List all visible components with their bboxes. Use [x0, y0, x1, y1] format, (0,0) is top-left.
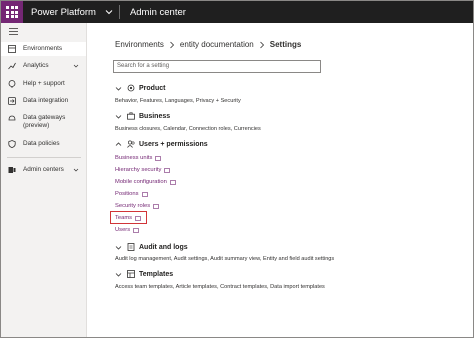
chevron-down-icon: [115, 114, 122, 119]
external-link-icon: [141, 191, 148, 197]
chevron-down-icon: [115, 245, 122, 250]
group-header-audit-logs[interactable]: Audit and logs: [115, 243, 188, 251]
group-title: Users + permissions: [139, 140, 208, 148]
chevron-up-icon: [115, 141, 122, 146]
external-link-icon: [155, 155, 162, 161]
external-link-icon: [170, 179, 176, 185]
search-input[interactable]: Search for a setting: [113, 60, 321, 73]
group-header-product[interactable]: Product: [115, 84, 165, 92]
sidebar-item-label: Environments: [23, 45, 63, 52]
main-content: Environments entity documentation Settin…: [88, 23, 473, 337]
link-business-units[interactable]: Business units: [115, 155, 162, 161]
sidebar-item-data-gateways[interactable]: Data gateways (preview): [1, 114, 86, 130]
group-description: Business closures, Calendar, Connection …: [115, 126, 261, 132]
environments-icon: [8, 45, 16, 53]
group-description: Behavior, Features, Languages, Privacy +…: [115, 98, 241, 104]
app-title[interactable]: Power Platform: [31, 7, 96, 18]
breadcrumb-item-entity-documentation[interactable]: entity documentation: [180, 40, 254, 49]
chevron-right-icon: [259, 41, 264, 48]
group-description: Access team templates, Article templates…: [115, 284, 325, 290]
help-support-icon: [8, 80, 16, 88]
sidebar-item-help-support[interactable]: Help + support: [1, 80, 86, 88]
group-title: Business: [139, 112, 171, 120]
breadcrumb-item-settings: Settings: [269, 40, 302, 49]
gear-icon: [127, 84, 135, 92]
breadcrumb: Environments entity documentation Settin…: [115, 40, 301, 49]
sidebar-item-label: Help + support: [23, 80, 65, 87]
link-mobile-configuration[interactable]: Mobile configuration: [115, 179, 176, 185]
chevron-down-icon: [115, 86, 122, 91]
link-label: Business units: [115, 155, 153, 161]
shield-icon: [8, 140, 16, 148]
top-bar: Power Platform Admin center: [1, 1, 473, 23]
link-security-roles[interactable]: Security roles: [115, 203, 159, 209]
link-hierarchy-security[interactable]: Hierarchy security: [115, 167, 171, 173]
external-link-icon: [153, 203, 159, 209]
sidebar-item-label: Admin centers: [23, 166, 64, 173]
document-icon: [127, 243, 135, 251]
group-title: Templates: [139, 270, 174, 278]
sidebar-item-label: Data gateways (preview): [23, 114, 65, 130]
sidebar-item-admin-centers[interactable]: Admin centers: [1, 166, 86, 174]
chevron-down-icon[interactable]: [105, 1, 115, 23]
breadcrumb-item-environments[interactable]: Environments: [115, 40, 164, 49]
link-label: Hierarchy security: [115, 167, 162, 173]
link-label: Positions: [115, 191, 139, 197]
sidebar-item-label-line1: Data gateways: [23, 114, 66, 121]
external-link-icon: [164, 167, 171, 173]
sidebar-item-analytics[interactable]: Analytics: [1, 62, 86, 70]
briefcase-icon: [127, 112, 135, 120]
top-bar-divider: [118, 5, 120, 19]
sidebar-item-label: Analytics: [23, 62, 49, 69]
sidebar: Environments Analytics Help + support Da…: [1, 23, 87, 337]
sidebar-item-environments[interactable]: Environments: [1, 42, 86, 56]
app-launcher-button[interactable]: [1, 1, 23, 23]
data-integration-icon: [8, 97, 16, 105]
chevron-down-icon: [115, 272, 122, 277]
sidebar-divider: [7, 157, 81, 158]
section-title: Admin center: [129, 6, 186, 18]
chevron-down-icon: [73, 168, 79, 172]
link-label: Security roles: [115, 203, 151, 209]
highlight-box: [110, 211, 147, 224]
group-description: Audit log management, Audit settings, Au…: [115, 256, 335, 262]
group-header-business[interactable]: Business: [115, 112, 170, 120]
link-label: Mobile configuration: [115, 179, 167, 185]
link-positions[interactable]: Positions: [115, 191, 148, 197]
group-title: Product: [139, 84, 166, 92]
group-header-users-permissions[interactable]: Users + permissions: [115, 140, 208, 148]
link-users[interactable]: Users: [115, 227, 139, 233]
sidebar-item-label-line2: (preview): [23, 122, 50, 129]
data-gateways-icon: [8, 115, 16, 121]
waffle-icon: [6, 6, 18, 18]
sidebar-item-label: Data policies: [23, 140, 60, 147]
analytics-icon: [8, 62, 16, 70]
chevron-down-icon: [73, 64, 79, 68]
hamburger-menu-icon[interactable]: [9, 28, 18, 37]
sidebar-item-data-integration[interactable]: Data integration: [1, 97, 86, 105]
template-icon: [127, 270, 135, 278]
sidebar-item-data-policies[interactable]: Data policies: [1, 140, 86, 148]
group-header-templates[interactable]: Templates: [115, 270, 173, 278]
admin-centers-icon: [8, 167, 16, 173]
group-title: Audit and logs: [139, 243, 188, 251]
external-link-icon: [133, 227, 139, 233]
people-icon: [127, 140, 135, 148]
link-label: Users: [115, 227, 131, 233]
sidebar-item-label: Data integration: [23, 97, 69, 104]
chevron-right-icon: [170, 41, 174, 48]
